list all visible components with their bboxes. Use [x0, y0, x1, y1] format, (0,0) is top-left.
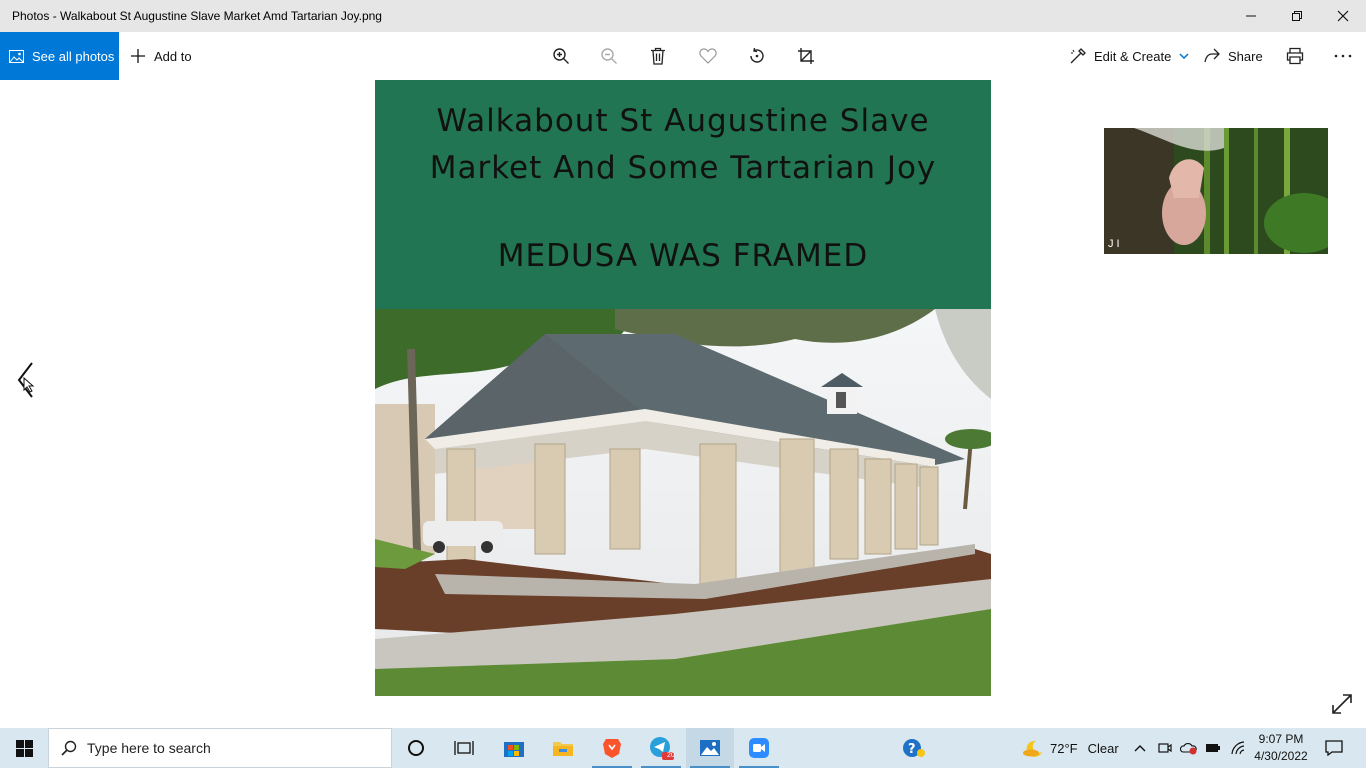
more-icon [1334, 54, 1352, 58]
webcam-feed-image [1104, 128, 1328, 254]
print-button[interactable] [1283, 44, 1307, 68]
weather-moon-icon [1023, 740, 1042, 757]
camera-tray-icon [1158, 743, 1172, 753]
zoom-in-icon [553, 48, 569, 64]
wifi-icon [1231, 741, 1245, 755]
add-to-label: Add to [154, 48, 192, 64]
telegram-button[interactable]: 20 [637, 728, 685, 768]
weather-temp: 72°F [1050, 740, 1078, 756]
video-call-thumbnail[interactable]: J I [1104, 128, 1328, 254]
delete-icon [651, 47, 665, 65]
photos-app-button[interactable] [686, 728, 734, 768]
edit-create-button[interactable]: Edit & Create [1070, 32, 1197, 80]
chevron-down-icon [1179, 53, 1189, 59]
photos-app-icon [700, 740, 720, 756]
file-explorer-button[interactable] [539, 728, 587, 768]
notification-icon [1325, 740, 1343, 756]
toolbar: See all photos Add to Edit & Create Shar… [0, 32, 1366, 80]
share-icon [1204, 48, 1220, 63]
restore-button[interactable] [1274, 0, 1320, 32]
weather-widget[interactable]: 72°F Clear [1022, 728, 1119, 768]
share-button[interactable]: Share [1204, 32, 1263, 80]
fullscreen-expand-icon[interactable] [1330, 692, 1354, 716]
window-title: Photos - Walkabout St Augustine Slave Ma… [12, 9, 382, 23]
share-label: Share [1228, 48, 1263, 64]
more-options-button[interactable] [1331, 44, 1355, 68]
meet-now-button[interactable] [1154, 728, 1176, 768]
slave-market-pavilion-image [375, 309, 991, 696]
task-view-button[interactable] [440, 728, 488, 768]
delete-button[interactable] [646, 44, 670, 68]
task-view-icon [454, 741, 474, 755]
help-button[interactable]: ? [890, 728, 938, 768]
store-icon [504, 742, 524, 757]
taskbar: Type here to search 20 ? 72°F Clear 9:07… [0, 728, 1366, 768]
weather-desc: Clear [1087, 740, 1119, 756]
minimize-icon [1246, 15, 1256, 17]
search-placeholder: Type here to search [87, 740, 211, 756]
show-hidden-icons-button[interactable] [1128, 728, 1152, 768]
zoom-in-button[interactable] [549, 44, 573, 68]
zoom-out-icon [601, 48, 617, 64]
print-icon [1286, 47, 1304, 65]
microsoft-store-button[interactable] [490, 728, 538, 768]
edit-create-icon [1070, 48, 1086, 64]
battery-icon [1206, 744, 1220, 752]
network-warning-button[interactable] [1178, 728, 1200, 768]
search-icon [61, 740, 77, 756]
title-bar: Photos - Walkabout St Augustine Slave Ma… [0, 0, 1366, 32]
see-all-photos-label: See all photos [32, 48, 115, 64]
clock-time: 9:07 PM [1258, 732, 1304, 746]
previous-photo-arrow-icon[interactable] [14, 360, 40, 400]
rotate-icon [750, 47, 764, 63]
crop-icon [798, 48, 814, 64]
brave-browser-button[interactable] [588, 728, 636, 768]
crop-button[interactable] [794, 44, 818, 68]
taskbar-search-box[interactable]: Type here to search [48, 728, 392, 768]
photo-title-banner: Walkabout St Augustine Slave Market And … [375, 80, 991, 309]
start-button[interactable] [0, 728, 48, 768]
brave-icon [603, 739, 621, 758]
battery-button[interactable] [1202, 728, 1224, 768]
chevron-up-icon [1134, 745, 1146, 752]
participant-label: J I [1108, 238, 1120, 250]
favorite-button[interactable] [696, 44, 720, 68]
notifications-button[interactable] [1318, 728, 1350, 768]
heart-icon [699, 48, 717, 64]
plus-icon [131, 49, 145, 63]
svg-text:?: ? [908, 742, 916, 757]
see-all-photos-button[interactable]: See all photos [0, 32, 119, 80]
displayed-photo: Walkabout St Augustine Slave Market And … [375, 80, 991, 696]
close-button[interactable] [1320, 0, 1366, 32]
close-icon [1337, 10, 1349, 22]
wifi-button[interactable] [1226, 728, 1250, 768]
telegram-badge: 20 [667, 752, 675, 759]
cortana-button[interactable] [392, 728, 440, 768]
add-to-button[interactable]: Add to [130, 32, 192, 80]
restore-icon [1292, 11, 1302, 21]
zoom-icon [749, 738, 769, 758]
photo-subtitle: MEDUSA WAS FRAMED [497, 238, 869, 274]
zoom-out-button[interactable] [597, 44, 621, 68]
windows-icon [15, 739, 33, 757]
clock-date: 4/30/2022 [1254, 749, 1308, 763]
photos-icon [9, 49, 24, 63]
minimize-button[interactable] [1228, 0, 1274, 32]
photo-headline: Walkabout St Augustine Slave Market And … [429, 103, 937, 186]
system-clock[interactable]: 9:07 PM 4/30/2022 [1250, 731, 1312, 765]
edit-create-label: Edit & Create [1094, 48, 1172, 64]
rotate-button[interactable] [745, 44, 769, 68]
photo-viewer: Walkabout St Augustine Slave Market And … [0, 80, 1366, 728]
zoom-app-button[interactable] [735, 728, 783, 768]
cortana-icon [408, 740, 424, 756]
help-icon: ? [903, 739, 925, 757]
cloud-error-icon [1180, 743, 1197, 755]
folder-icon [553, 742, 573, 756]
